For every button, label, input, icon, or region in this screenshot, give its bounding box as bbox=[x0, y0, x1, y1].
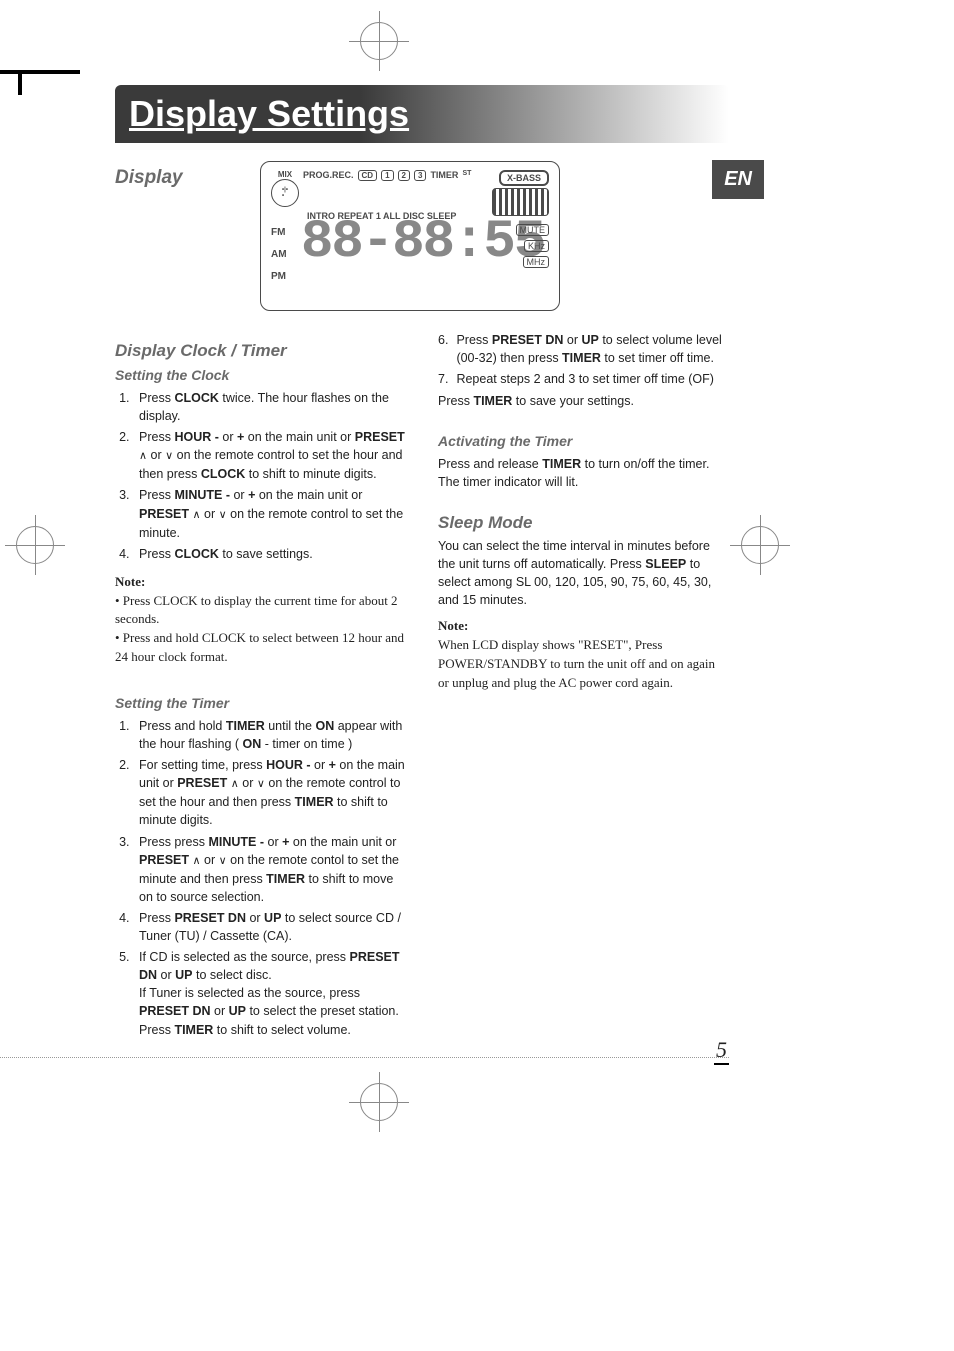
wedge-up-icon bbox=[231, 776, 239, 790]
lcd-xbass: X-BASS bbox=[499, 170, 549, 186]
mix-icon: •|•• bbox=[271, 179, 299, 207]
sleep-mode-heading: Sleep Mode bbox=[438, 513, 729, 533]
sleep-body: You can select the time interval in minu… bbox=[438, 537, 729, 610]
note-title: Note: bbox=[438, 617, 729, 636]
lcd-mute: MUTE bbox=[516, 224, 550, 236]
wedge-down-icon bbox=[219, 507, 227, 521]
wedge-down-icon bbox=[219, 853, 227, 867]
lcd-mhz: MHz bbox=[523, 256, 550, 268]
step-6: 6. Press PRESET DN or UP to select volum… bbox=[438, 331, 729, 367]
lcd-mix-label: MIX bbox=[278, 170, 292, 179]
sleep-note: Note: When LCD display shows "RESET", Pr… bbox=[438, 617, 729, 692]
step: Press HOUR - or + on the main unit or PR… bbox=[133, 428, 406, 483]
clock-timer-heading: Display Clock / Timer bbox=[115, 341, 406, 361]
clock-note: Note: • Press CLOCK to display the curre… bbox=[115, 573, 406, 667]
step: Press CLOCK twice. The hour flashes on t… bbox=[133, 389, 406, 425]
step: If CD is selected as the source, press P… bbox=[133, 948, 406, 1039]
lcd-2-tag: 2 bbox=[398, 170, 410, 181]
lcd-cd-tag: CD bbox=[358, 170, 378, 181]
lcd-digits: 88-88:55 bbox=[301, 212, 544, 273]
lcd-1-tag: 1 bbox=[381, 170, 393, 181]
band-fm: FM bbox=[271, 222, 287, 244]
wedge-up-icon bbox=[139, 448, 147, 462]
step: Press PRESET DN or UP to select source C… bbox=[133, 909, 406, 945]
language-badge: EN bbox=[712, 160, 764, 199]
lcd-khz: KHz bbox=[524, 240, 549, 252]
step: Press press MINUTE - or + on the main un… bbox=[133, 833, 406, 906]
band-labels: FM AM PM bbox=[271, 222, 287, 288]
save-settings-line: Press TIMER to save your settings. bbox=[438, 392, 729, 410]
dashed-rule bbox=[0, 1057, 729, 1058]
note-body: When LCD display shows "RESET", Press PO… bbox=[438, 636, 729, 693]
band-pm: PM bbox=[271, 266, 287, 288]
lcd-st-label: ST bbox=[462, 170, 471, 177]
crop-mark-bottom bbox=[360, 1083, 398, 1121]
setting-timer-heading: Setting the Timer bbox=[115, 695, 406, 711]
setting-clock-steps: Press CLOCK twice. The hour flashes on t… bbox=[115, 389, 406, 563]
wedge-down-icon bbox=[257, 776, 265, 790]
left-column: Display Clock / Timer Setting the Clock … bbox=[115, 331, 406, 1049]
step: For setting time, press HOUR - or + on t… bbox=[133, 756, 406, 829]
wedge-down-icon bbox=[165, 448, 173, 462]
page-number: 5 bbox=[714, 1037, 729, 1065]
step: Press MINUTE - or + on the main unit or … bbox=[133, 486, 406, 541]
note-body: • Press CLOCK to display the current tim… bbox=[115, 592, 406, 630]
lcd-timer-tag: TIMER bbox=[430, 170, 458, 180]
wedge-up-icon bbox=[193, 853, 201, 867]
setting-clock-heading: Setting the Clock bbox=[115, 367, 406, 383]
setting-timer-steps: Press and hold TIMER until the ON appear… bbox=[115, 717, 406, 1039]
activating-body: Press and release TIMER to turn on/off t… bbox=[438, 455, 729, 491]
step: Press CLOCK to save settings. bbox=[133, 545, 406, 563]
banner-title: Display Settings bbox=[115, 85, 729, 143]
step: Press and hold TIMER until the ON appear… bbox=[133, 717, 406, 753]
display-heading: Display bbox=[115, 167, 245, 189]
step-7: 7. Repeat steps 2 and 3 to set timer off… bbox=[438, 370, 729, 388]
wedge-up-icon bbox=[193, 507, 201, 521]
note-body: • Press and hold CLOCK to select between… bbox=[115, 629, 406, 667]
activating-timer-heading: Activating the Timer bbox=[438, 433, 729, 449]
lcd-prog-rec: PROG.REC. bbox=[303, 170, 354, 180]
band-am: AM bbox=[271, 244, 287, 266]
right-column: 6. Press PRESET DN or UP to select volum… bbox=[438, 331, 729, 1049]
lcd-panel: MIX •|•• PROG.REC. CD 1 2 3 TIMER ST X-B… bbox=[260, 161, 560, 311]
lcd-3-tag: 3 bbox=[414, 170, 426, 181]
note-title: Note: bbox=[115, 573, 406, 592]
